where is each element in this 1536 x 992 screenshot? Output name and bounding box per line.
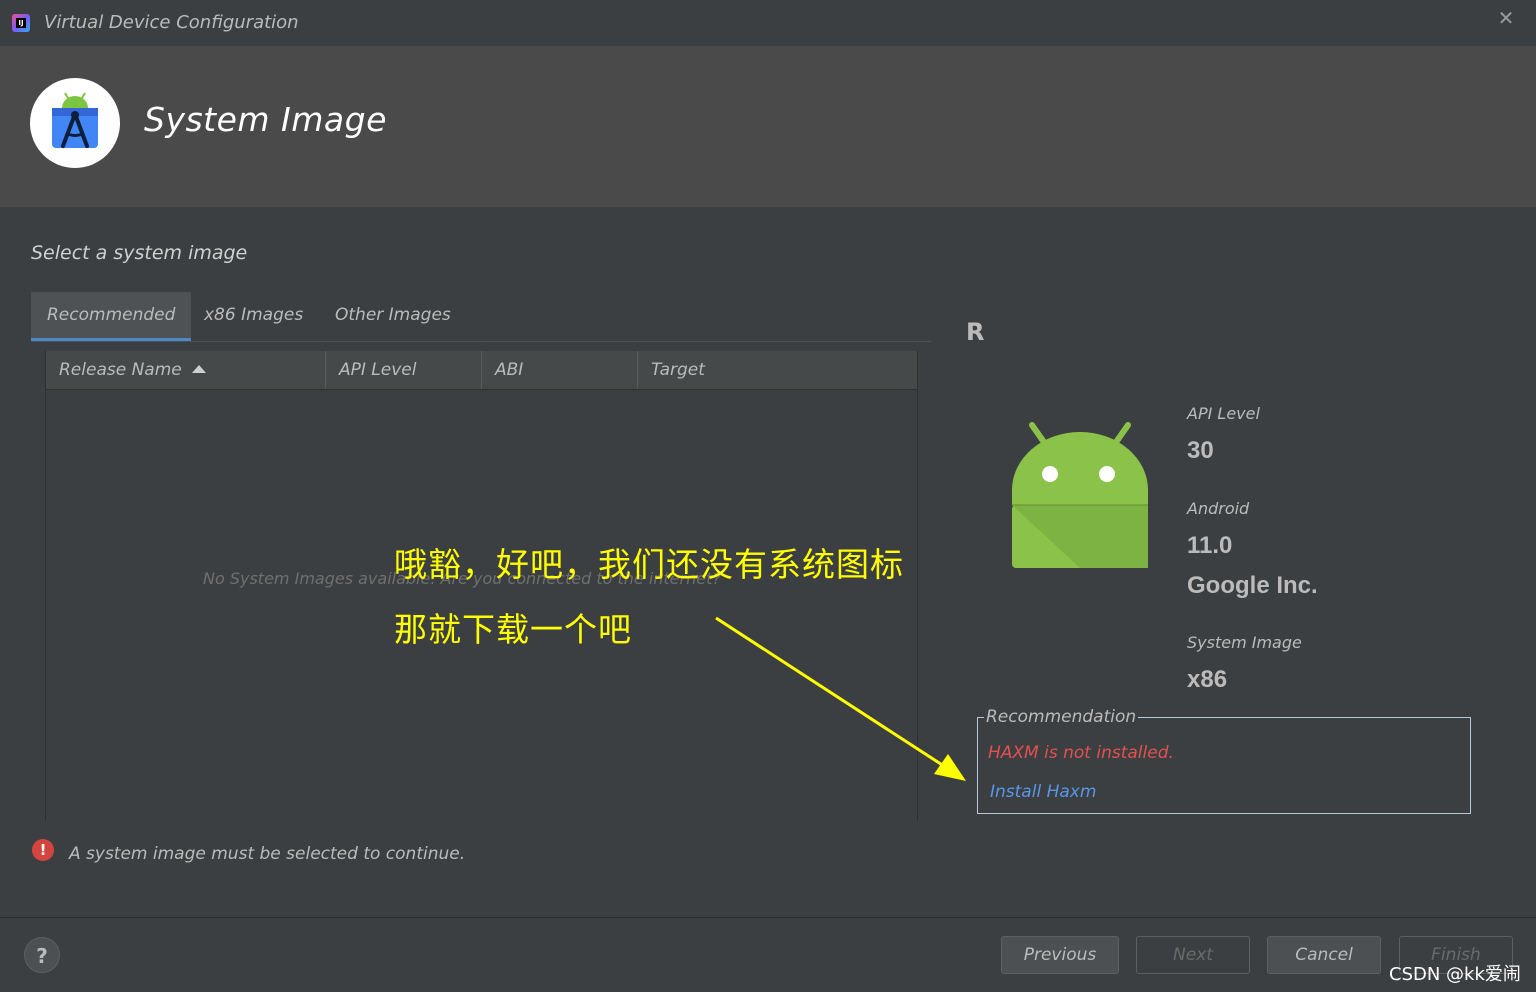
tab-recommended[interactable]: Recommended <box>31 292 192 342</box>
recommendation-title: Recommendation <box>984 707 1139 727</box>
page-subtitle: Select a system image <box>31 242 248 264</box>
system-image-label: System Image <box>1187 633 1302 652</box>
android-studio-icon <box>52 92 98 148</box>
window-title: Virtual Device Configuration <box>44 12 299 33</box>
haxm-warning: HAXM is not installed. <box>988 743 1174 763</box>
column-header-abi[interactable]: ABI <box>482 351 638 389</box>
close-icon[interactable]: ✕ <box>1494 6 1518 30</box>
error-icon: ! <box>32 839 54 861</box>
intellij-app-icon: IJ <box>12 14 30 32</box>
android-version-value: 11.0 <box>1187 532 1233 559</box>
tab-other-images[interactable]: Other Images <box>319 292 467 338</box>
column-header-release-name[interactable]: Release Name <box>46 351 326 389</box>
previous-button[interactable]: Previous <box>1001 936 1119 974</box>
annotation-text-line-1: 哦豁，好吧，我们还没有系统图标 <box>394 545 904 584</box>
help-button[interactable]: ? <box>24 937 60 973</box>
tab-x86-images[interactable]: x86 Images <box>188 292 319 338</box>
sort-ascending-icon <box>191 365 206 373</box>
column-header-label: Release Name <box>59 360 182 380</box>
system-image-table[interactable]: Release Name API Level ABI Target No Sys… <box>45 351 918 821</box>
selected-release-name: R <box>966 318 985 346</box>
watermark: CSDN @kk爱闹 <box>1389 964 1521 985</box>
annotation-text-line-2: 那就下载一个吧 <box>394 610 632 649</box>
cancel-button[interactable]: Cancel <box>1267 936 1381 974</box>
validation-message: A system image must be selected to conti… <box>69 844 466 864</box>
table-header: Release Name API Level ABI Target <box>46 351 917 390</box>
system-image-value: x86 <box>1187 666 1228 693</box>
api-level-value: 30 <box>1187 437 1214 464</box>
android-robot-icon <box>1012 422 1148 568</box>
install-haxm-link[interactable]: Install Haxm <box>990 782 1096 802</box>
tabs-divider <box>31 341 931 342</box>
column-header-api-level[interactable]: API Level <box>326 351 482 389</box>
android-studio-logo <box>30 78 120 168</box>
android-version-label: Android <box>1187 499 1250 518</box>
page-title: System Image <box>144 100 387 139</box>
footer-divider <box>0 917 1536 918</box>
vendor-value: Google Inc. <box>1187 572 1318 599</box>
column-header-target[interactable]: Target <box>638 351 917 389</box>
next-button[interactable]: Next <box>1136 936 1250 974</box>
app-icon-text: IJ <box>16 18 26 28</box>
api-level-label: API Level <box>1187 404 1260 423</box>
